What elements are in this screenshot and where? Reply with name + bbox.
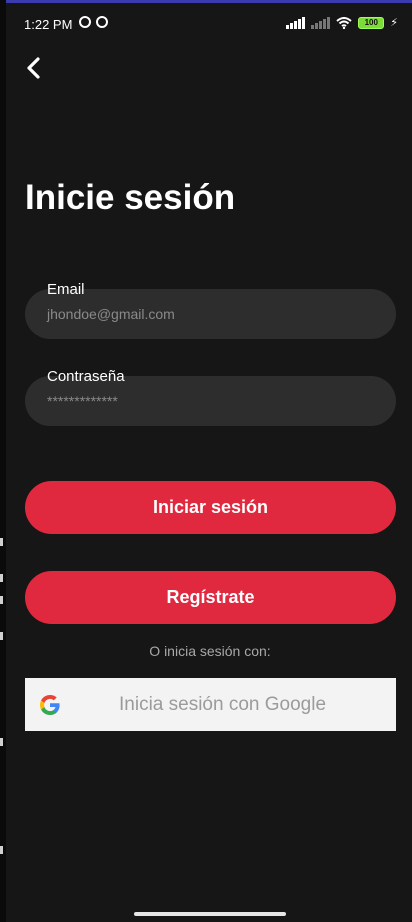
status-bar: 1:22 PM 100 ⚡: [0, 8, 412, 40]
app-notification-icon: [96, 16, 108, 28]
charging-bolt-icon: ⚡: [390, 17, 398, 29]
cellular-signal-icon: [311, 16, 331, 29]
edge-mark: [0, 538, 3, 546]
email-label: Email: [47, 281, 85, 298]
alt-login-label: O inicia sesión con:: [149, 643, 271, 659]
battery-level: 100: [364, 18, 378, 27]
edge-mark: [0, 574, 3, 582]
status-system-icons: 100 ⚡: [286, 16, 398, 29]
cellular-signal-icon: [286, 16, 306, 29]
status-time: 1:22 PM: [24, 17, 73, 32]
google-g-icon: [40, 695, 60, 715]
password-value: *************: [47, 393, 118, 409]
wifi-icon: [336, 16, 352, 29]
edge-mark: [0, 738, 3, 746]
edge-mark: [0, 596, 3, 604]
window-top-border: [0, 0, 412, 3]
left-edge-strip: [0, 0, 6, 922]
battery-icon: 100: [358, 16, 385, 29]
edge-mark: [0, 846, 3, 854]
status-notification-icons: [79, 16, 108, 28]
edge-mark: [0, 632, 3, 640]
app-screen: 1:22 PM 100 ⚡ Inicie sesión jhondoe@gmai…: [0, 0, 412, 922]
password-label: Contraseña: [47, 368, 125, 385]
chevron-left-icon: [27, 57, 40, 79]
page-title: Inicie sesión: [25, 178, 236, 217]
login-button[interactable]: Iniciar sesión: [25, 481, 396, 534]
register-button[interactable]: Regístrate: [25, 571, 396, 624]
email-value: jhondoe@gmail.com: [47, 306, 175, 322]
back-button[interactable]: [18, 52, 50, 84]
google-login-button[interactable]: Inicia sesión con Google: [25, 678, 396, 731]
home-indicator[interactable]: [134, 912, 286, 916]
google-login-label: Inicia sesión con Google: [119, 694, 327, 715]
whatsapp-icon: [79, 16, 91, 28]
